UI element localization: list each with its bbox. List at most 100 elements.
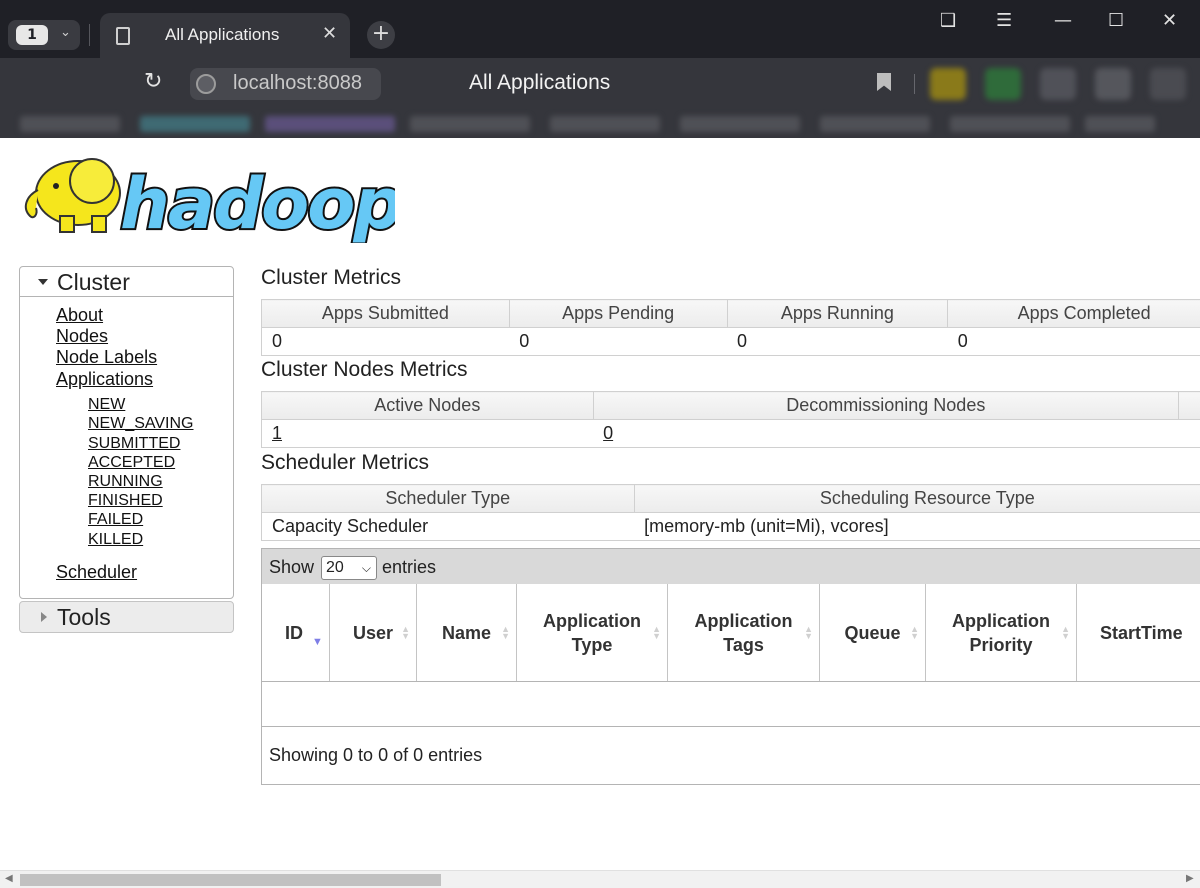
- address-bar[interactable]: localhost:8088: [190, 68, 381, 100]
- scroll-right-icon[interactable]: ▶: [1186, 873, 1194, 884]
- close-tab-icon[interactable]: ✕: [322, 23, 337, 44]
- sort-desc-icon: ▼: [312, 636, 323, 648]
- bookmark-item[interactable]: [680, 116, 800, 132]
- hadoop-logo[interactable]: hadoop: [20, 148, 395, 243]
- sort-icon: ▲ ▼: [652, 624, 661, 641]
- applications-table: Show 20 ⌵ entries ID ▼ User ▲ ▼ Name ▲ ▼ A…: [261, 548, 1200, 785]
- bookmark-item[interactable]: [1085, 116, 1155, 132]
- column-label: Application Type: [543, 610, 641, 655]
- reload-icon[interactable]: ↻: [144, 69, 162, 94]
- extension-icon[interactable]: [1150, 68, 1186, 100]
- table-header: Apps Pending: [508, 299, 728, 328]
- caret-down-icon: [38, 279, 48, 285]
- decommissioning-nodes-link[interactable]: 0: [603, 423, 613, 443]
- table-header: Active Nodes: [261, 391, 594, 420]
- maximize-icon[interactable]: ☐: [1108, 10, 1124, 31]
- browser-tab[interactable]: All Applications ✕: [100, 13, 350, 58]
- column-header-id[interactable]: ID ▼: [262, 584, 330, 681]
- active-nodes-link[interactable]: 1: [272, 423, 282, 443]
- table-cell[interactable]: 0: [1178, 419, 1200, 448]
- table-header: Apps Submitted: [261, 299, 510, 328]
- scroll-left-icon[interactable]: ◀: [5, 873, 13, 884]
- menu-icon[interactable]: ☰: [996, 10, 1012, 31]
- table-header: Scheduler Type: [261, 484, 635, 513]
- chevron-down-icon: ⌵: [361, 561, 371, 575]
- divider: [89, 24, 90, 46]
- table-cell: Capacity Scheduler: [261, 512, 635, 541]
- app-state-finished[interactable]: FINISHED: [88, 492, 163, 510]
- table-cell[interactable]: 1: [261, 419, 594, 448]
- new-tab-button[interactable]: +: [367, 21, 395, 49]
- column-label: User: [352, 622, 394, 643]
- sort-icon: ▲ ▼: [401, 624, 410, 641]
- bookmark-icon[interactable]: [877, 73, 891, 91]
- column-header-starttime[interactable]: StartTime: [1077, 584, 1200, 681]
- column-header-name[interactable]: Name ▲ ▼: [417, 584, 517, 681]
- nodes-metrics-table: Active Nodes Decommissioning Nodes 1 0 0: [261, 391, 1200, 448]
- nav-link-node-labels[interactable]: Node Labels: [56, 347, 157, 368]
- nav-link-applications[interactable]: Applications: [56, 369, 153, 390]
- page-size-select[interactable]: 20 ⌵: [321, 556, 377, 580]
- scheduler-metrics-table: Scheduler Type Scheduling Resource Type …: [261, 484, 1200, 541]
- column-header-application-priority[interactable]: Application Priority ▲ ▼: [926, 584, 1077, 681]
- sort-icon: ▲ ▼: [501, 624, 510, 641]
- bookmark-item[interactable]: [550, 116, 660, 132]
- column-header-queue[interactable]: Queue ▲ ▼: [820, 584, 926, 681]
- page-content: hadoop Cluster About Nodes Node Labels A…: [0, 138, 1200, 888]
- cluster-label: Cluster: [57, 269, 130, 295]
- extension-icon[interactable]: [985, 68, 1021, 100]
- table-header: Decommissioning Nodes: [592, 391, 1180, 420]
- column-header-user[interactable]: User ▲ ▼: [330, 584, 417, 681]
- cluster-metrics-title: Cluster Metrics: [261, 266, 402, 289]
- tools-nav-header[interactable]: Tools: [19, 601, 234, 633]
- extension-icon[interactable]: [1040, 68, 1076, 100]
- close-window-icon[interactable]: ✕: [1162, 10, 1177, 31]
- app-state-new[interactable]: NEW: [88, 396, 125, 414]
- nav-link-scheduler[interactable]: Scheduler: [56, 562, 137, 583]
- cluster-nav-panel: Cluster About Nodes Node Labels Applicat…: [19, 266, 234, 599]
- column-label: ID: [285, 622, 303, 643]
- table-cell: [memory-mb (unit=Mi), vcores]: [634, 512, 1200, 541]
- minimize-icon[interactable]: —: [1054, 10, 1072, 31]
- tools-label: Tools: [57, 604, 111, 630]
- tab-search-icon[interactable]: ❑: [940, 10, 956, 31]
- table-info: Showing 0 to 0 of 0 entries: [269, 745, 483, 765]
- column-label: Name: [441, 622, 492, 643]
- table-cell[interactable]: 0: [593, 419, 1179, 448]
- app-state-running[interactable]: RUNNING: [88, 473, 163, 491]
- app-state-new-saving[interactable]: NEW_SAVING: [88, 415, 194, 433]
- nav-link-about[interactable]: About: [56, 305, 103, 326]
- bookmark-item[interactable]: [140, 116, 250, 132]
- page-title-display: All Applications: [469, 71, 611, 94]
- scrollbar-thumb[interactable]: [20, 874, 441, 886]
- sort-icon: ▲ ▼: [1061, 624, 1070, 641]
- app-state-accepted[interactable]: ACCEPTED: [88, 454, 175, 472]
- column-label: Application Tags: [694, 610, 793, 655]
- column-label: Application Priority: [952, 610, 1050, 655]
- tab-counter-button[interactable]: 1 ⌄: [8, 20, 80, 50]
- cluster-metrics-table: Apps Submitted Apps Pending Apps Running…: [261, 299, 1200, 356]
- horizontal-scrollbar[interactable]: ◀ ▶: [0, 870, 1200, 888]
- column-header-application-type[interactable]: Application Type ▲ ▼: [517, 584, 668, 681]
- hadoop-wordmark: hadoop: [120, 163, 395, 243]
- extension-icon[interactable]: [930, 68, 966, 100]
- app-state-killed[interactable]: KILLED: [88, 531, 143, 549]
- page-size-value: 20: [326, 559, 344, 576]
- app-state-failed[interactable]: FAILED: [88, 511, 143, 529]
- bookmarks-bar: [0, 110, 1200, 138]
- bookmark-item[interactable]: [950, 116, 1070, 132]
- bookmark-item[interactable]: [410, 116, 530, 132]
- cluster-header[interactable]: Cluster: [20, 267, 233, 297]
- scheduler-metrics-title: Scheduler Metrics: [261, 451, 430, 474]
- bookmark-item[interactable]: [20, 116, 120, 132]
- nodes-metrics-title: Cluster Nodes Metrics: [261, 358, 468, 381]
- table-header: Apps Completed: [947, 299, 1200, 328]
- sort-icon: ▲ ▼: [910, 624, 919, 641]
- extension-icon[interactable]: [1095, 68, 1131, 100]
- bookmark-item[interactable]: [265, 116, 395, 132]
- column-header-application-tags[interactable]: Application Tags ▲ ▼: [668, 584, 820, 681]
- app-state-submitted[interactable]: SUBMITTED: [88, 435, 180, 453]
- nav-link-nodes[interactable]: Nodes: [56, 326, 108, 347]
- document-icon: [116, 27, 130, 45]
- bookmark-item[interactable]: [820, 116, 930, 132]
